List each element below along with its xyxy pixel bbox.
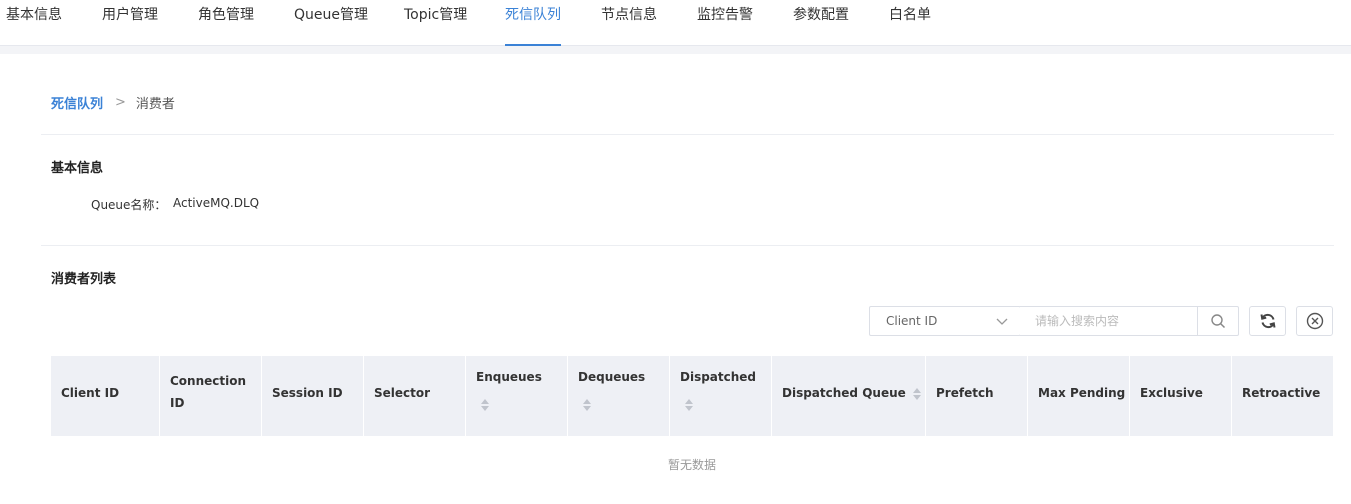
section-divider [41, 134, 1334, 135]
column-header-max-pending[interactable]: Max Pending [1028, 356, 1130, 436]
basic-info-title: 基本信息 [51, 161, 104, 176]
column-header-selector[interactable]: Selector [364, 356, 466, 436]
sort-icon[interactable] [480, 398, 490, 412]
column-header-retroactive[interactable]: Retroactive [1232, 356, 1333, 436]
search-button[interactable] [1197, 306, 1239, 336]
consumer-table-header: Client ID Connection ID Session ID Selec… [51, 356, 1333, 436]
tab-topic-management[interactable]: Topic管理 [404, 0, 467, 46]
search-icon [1211, 314, 1226, 329]
column-header-prefetch[interactable]: Prefetch [926, 356, 1028, 436]
sort-icon[interactable] [684, 398, 694, 412]
column-header-exclusive[interactable]: Exclusive [1130, 356, 1232, 436]
search-input-wrap [1020, 306, 1198, 336]
queue-name-label: Queue名称： [91, 198, 167, 212]
tab-monitoring-alerts[interactable]: 监控告警 [697, 0, 753, 46]
column-header-connection-id[interactable]: Connection ID [160, 356, 262, 436]
clear-circle-icon [1306, 312, 1323, 330]
tab-basic-info[interactable]: 基本信息 [6, 0, 62, 46]
breadcrumb-parent-link[interactable]: 死信队列 [51, 93, 103, 112]
column-header-dispatched[interactable]: Dispatched [670, 356, 772, 436]
tab-whitelist[interactable]: 白名单 [889, 0, 931, 46]
tab-dead-letter-queue[interactable]: 死信队列 [505, 0, 561, 46]
column-header-session-id[interactable]: Session ID [262, 356, 364, 436]
top-tab-bar: 基本信息 用户管理 角色管理 Queue管理 Topic管理 死信队列 节点信息… [0, 0, 1351, 46]
column-header-client-id[interactable]: Client ID [51, 356, 160, 436]
table-empty-text: 暂无数据 [667, 458, 716, 472]
refresh-icon [1260, 313, 1275, 329]
refresh-button[interactable] [1249, 306, 1286, 336]
tab-user-management[interactable]: 用户管理 [102, 0, 158, 46]
queue-name-value: ActiveMQ.DLQ [173, 196, 260, 210]
breadcrumb: 死信队列 > 消费者 [51, 92, 175, 112]
column-header-dispatched-queue[interactable]: Dispatched Queue [772, 356, 926, 436]
search-field-select[interactable]: Client ID [869, 306, 1021, 336]
tab-parameter-config[interactable]: 参数配置 [793, 0, 849, 46]
breadcrumb-separator: > [115, 94, 126, 110]
sort-icon[interactable] [912, 387, 922, 401]
search-input[interactable] [1020, 307, 1180, 335]
search-field-select-value: Client ID [886, 314, 938, 328]
header-separator-band [0, 46, 1351, 54]
tab-node-info[interactable]: 节点信息 [601, 0, 657, 46]
section-divider [41, 245, 1334, 246]
tab-role-management[interactable]: 角色管理 [198, 0, 254, 46]
chevron-down-icon [996, 318, 1008, 325]
breadcrumb-current: 消费者 [135, 96, 175, 112]
consumer-list-title: 消费者列表 [51, 272, 117, 287]
clear-button[interactable] [1296, 306, 1333, 336]
column-header-enqueues[interactable]: Enqueues [466, 356, 568, 436]
sort-icon[interactable] [582, 398, 592, 412]
column-header-dequeues[interactable]: Dequeues [568, 356, 670, 436]
tab-queue-management[interactable]: Queue管理 [294, 0, 368, 46]
